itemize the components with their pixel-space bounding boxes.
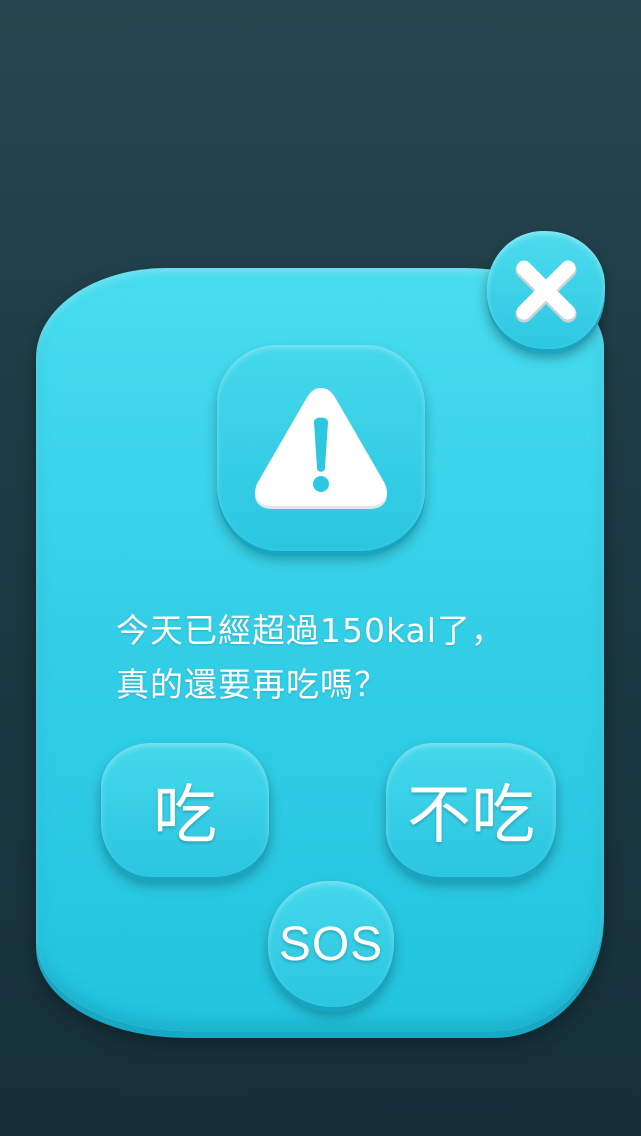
warning-icon-tile — [217, 345, 425, 551]
warning-message: 今天已經超過150kal了， 真的還要再吃嗎？ — [116, 604, 576, 712]
sos-button[interactable]: SOS — [268, 881, 394, 1007]
message-line-2: 真的還要再吃嗎？ — [116, 665, 388, 704]
warning-icon — [255, 388, 387, 509]
eat-button[interactable]: 吃 — [101, 743, 269, 877]
close-button[interactable] — [487, 231, 605, 349]
close-icon — [515, 260, 577, 323]
screen: 今天已經超過150kal了， 真的還要再吃嗎？ 吃 不吃 SOS — [0, 0, 641, 1136]
message-line-1: 今天已經超過150kal了， — [116, 611, 505, 650]
dont-eat-button[interactable]: 不吃 — [386, 743, 556, 877]
